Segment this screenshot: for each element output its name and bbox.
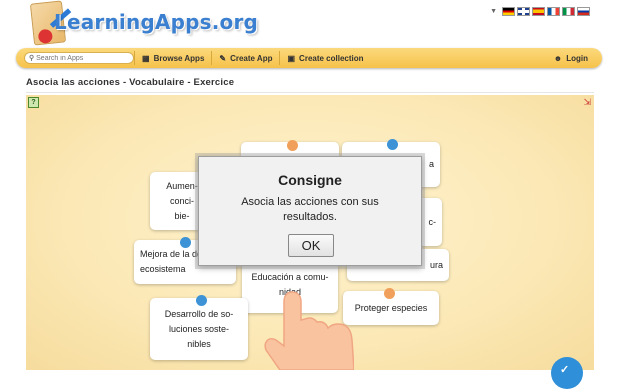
connector-dot[interactable] [384,288,395,299]
uk-flag[interactable] [517,7,530,16]
ru-flag[interactable] [577,7,590,16]
connector-dot[interactable] [387,139,398,150]
user-icon: ☻ [553,53,563,63]
logo[interactable]: LearningApps.org [24,0,258,48]
card-text: a [428,159,434,169]
fullscreen-icon[interactable]: ⇲ [583,97,591,108]
card-text: ura [429,259,443,270]
chevron-down-icon[interactable]: ▼ [490,8,497,15]
browse-apps-link[interactable]: ▦ Browse Apps [134,51,211,65]
login-label: Login [566,53,588,63]
connector-dot[interactable] [287,140,298,151]
card-text: Desarrollo de so- luciones soste- nibles [164,308,234,349]
search-input[interactable] [36,54,132,62]
collection-icon: ▣ [287,53,296,63]
search-icon: ⚲ [29,55,35,62]
de-flag[interactable] [502,7,515,16]
dialog-title: Consigne [278,172,342,188]
divider [26,92,594,93]
login-link[interactable]: ☻ Login [554,54,588,63]
search-box[interactable]: ⚲ [24,52,134,64]
pointing-hand-icon [264,291,354,370]
page-title: Asocia las acciones - Vocabulaire - Exer… [26,77,235,88]
header: LearningApps.org ▼ [0,0,620,48]
check-button[interactable]: ✓ [551,357,583,389]
language-flags: ▼ [490,7,590,16]
create-app-label: Create App [230,53,273,63]
card-text: Aumen- conci- bie- [166,180,198,221]
create-app-link[interactable]: ✎ Create App [211,51,279,65]
help-icon[interactable]: ? [28,97,39,108]
it-flag[interactable] [562,7,575,16]
create-collection-label: Create collection [299,53,364,63]
es-flag[interactable] [532,7,545,16]
logo-text: LearningApps.org [54,10,259,34]
connector-dot[interactable] [180,237,191,248]
connector-dot[interactable] [196,295,207,306]
browse-apps-label: Browse Apps [153,53,205,63]
pencil-icon: ✎ [219,53,227,63]
card-text: c- [428,216,437,227]
card-text: Proteger especies [354,302,428,313]
ok-button[interactable]: OK [288,234,334,257]
dialog-message: Asocia las acciones con sus resultados. [241,196,379,223]
grid-icon: ▦ [142,53,150,63]
match-card[interactable]: Desarrollo de so- luciones soste- nibles [150,298,248,360]
create-collection-link[interactable]: ▣ Create collection [279,51,370,65]
navbar: ⚲ ▦ Browse Apps ✎ Create App ▣ Create co… [16,48,602,68]
instruction-dialog: Consigne Asocia las acciones con sus res… [198,156,422,266]
fr-flag[interactable] [547,7,560,16]
